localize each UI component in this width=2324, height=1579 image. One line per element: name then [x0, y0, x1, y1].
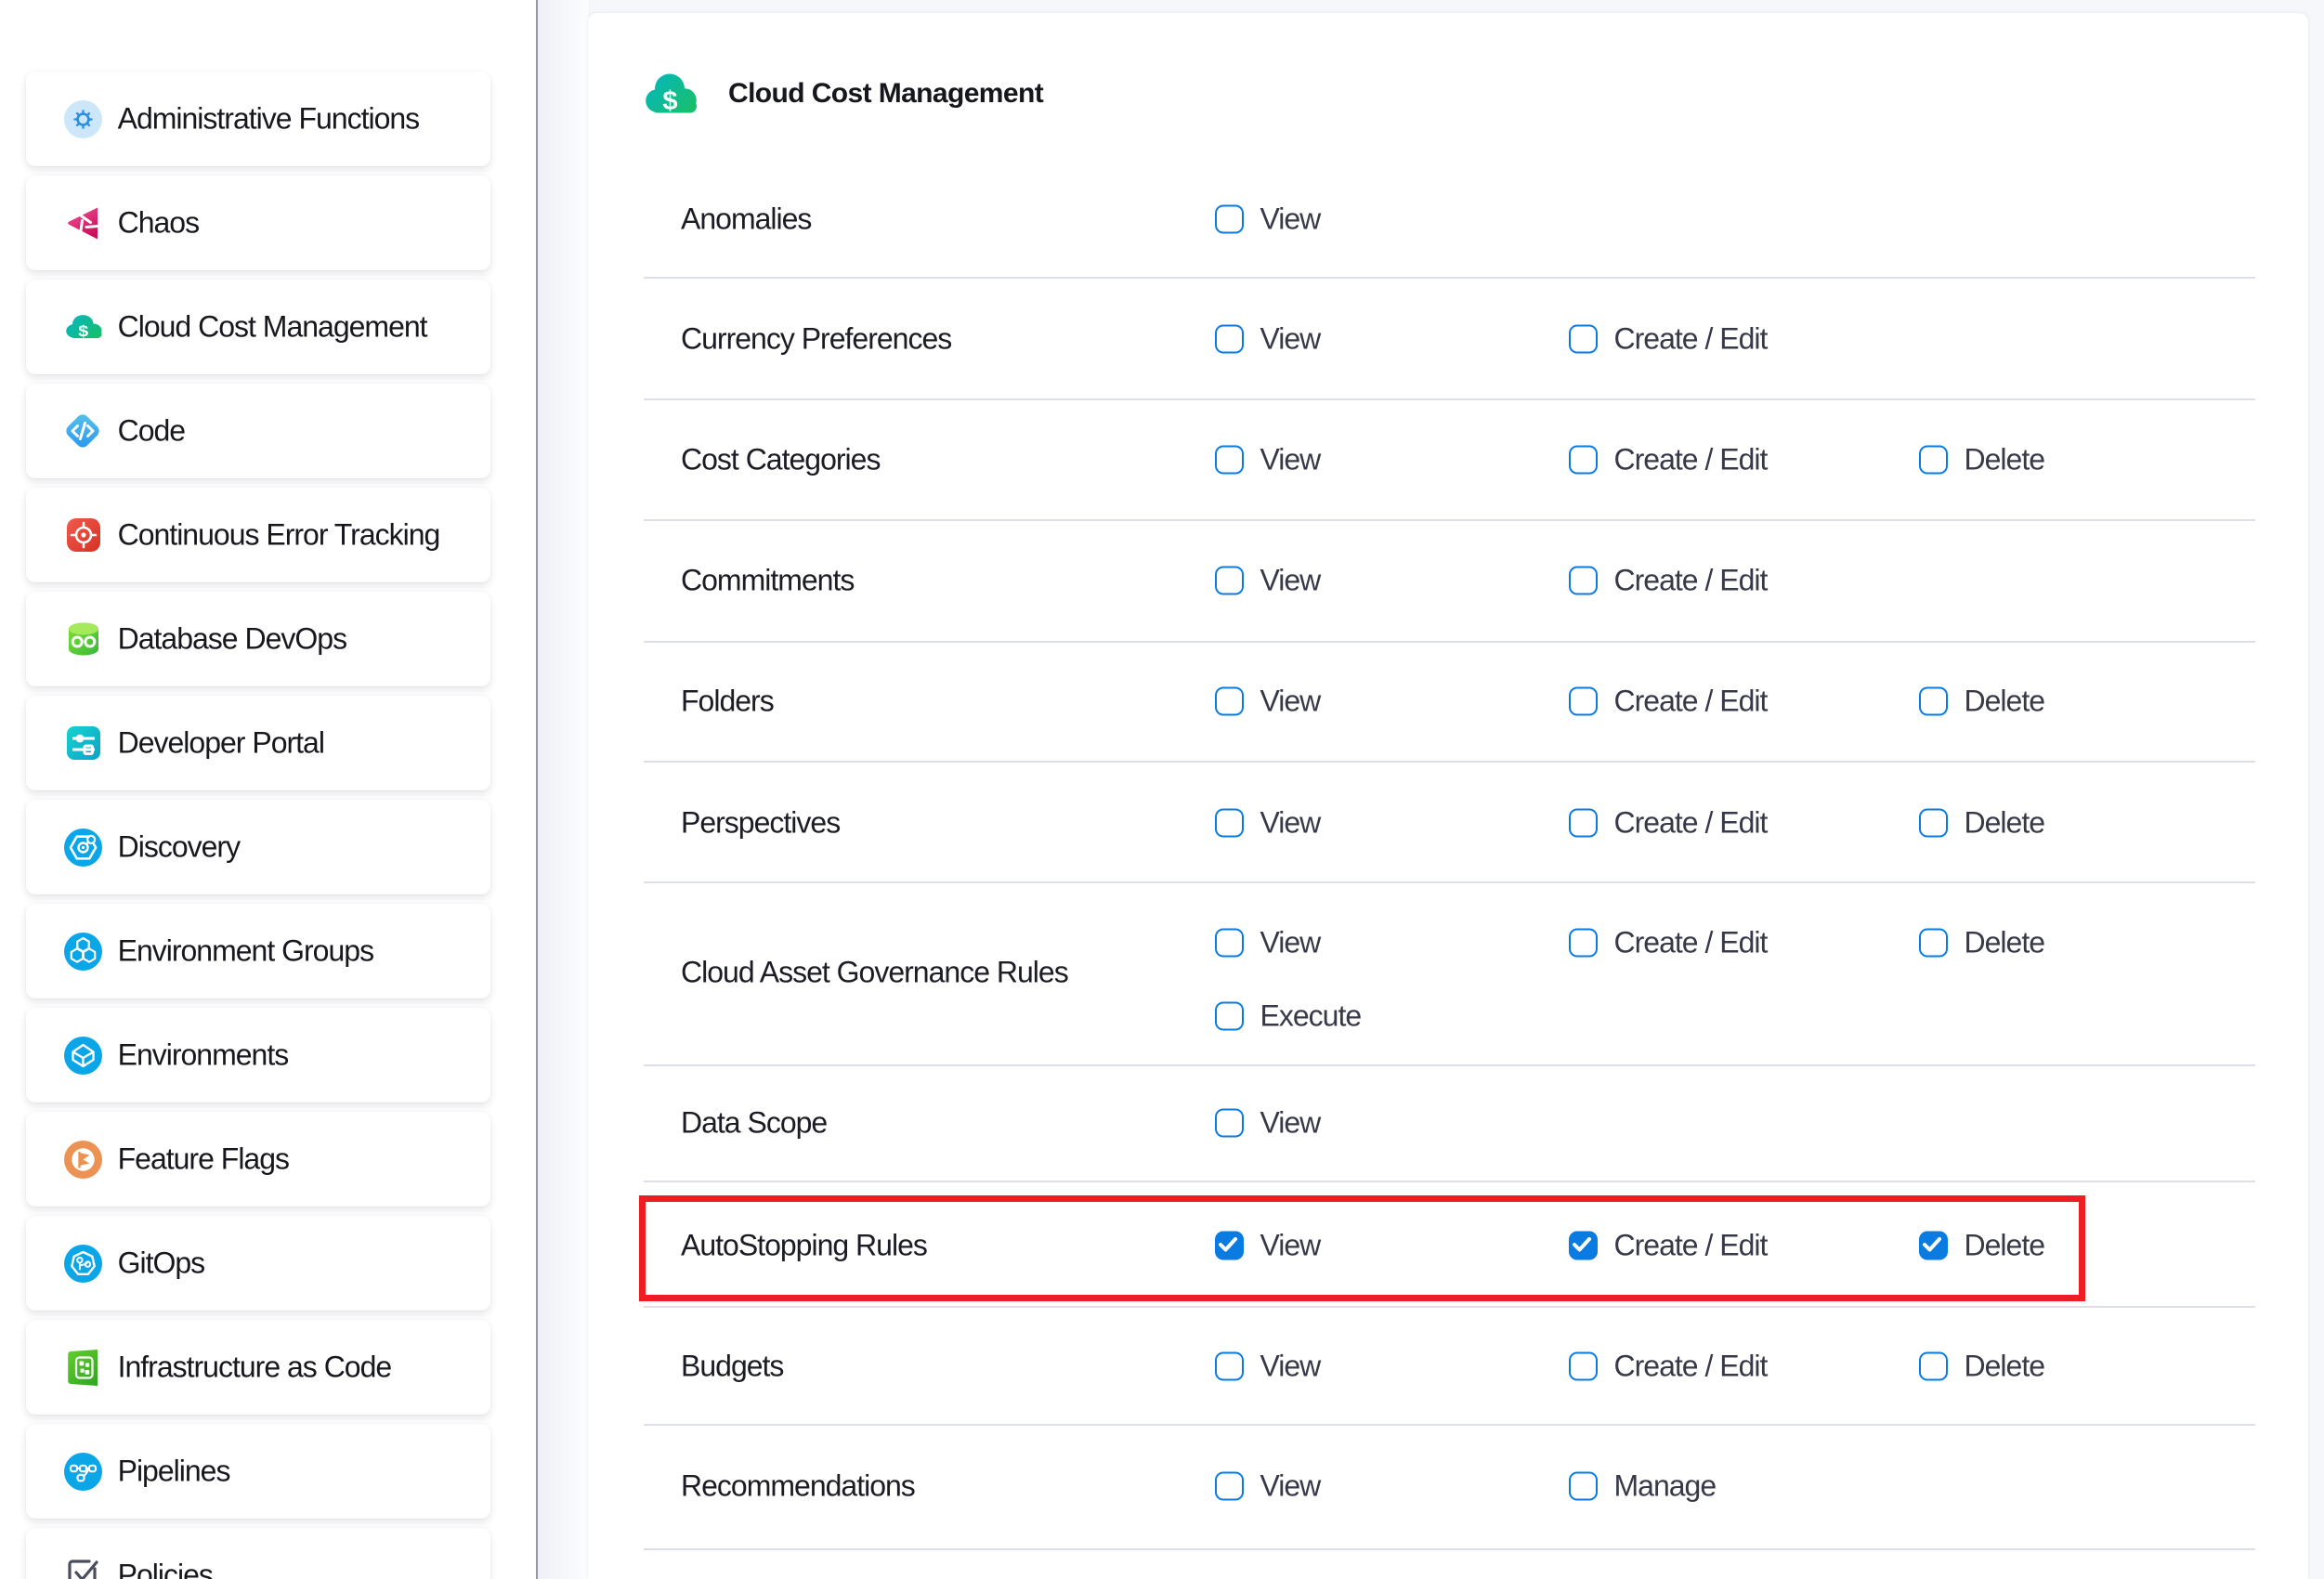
svg-text:$: $ — [78, 322, 88, 339]
svg-text:$: $ — [662, 86, 677, 116]
